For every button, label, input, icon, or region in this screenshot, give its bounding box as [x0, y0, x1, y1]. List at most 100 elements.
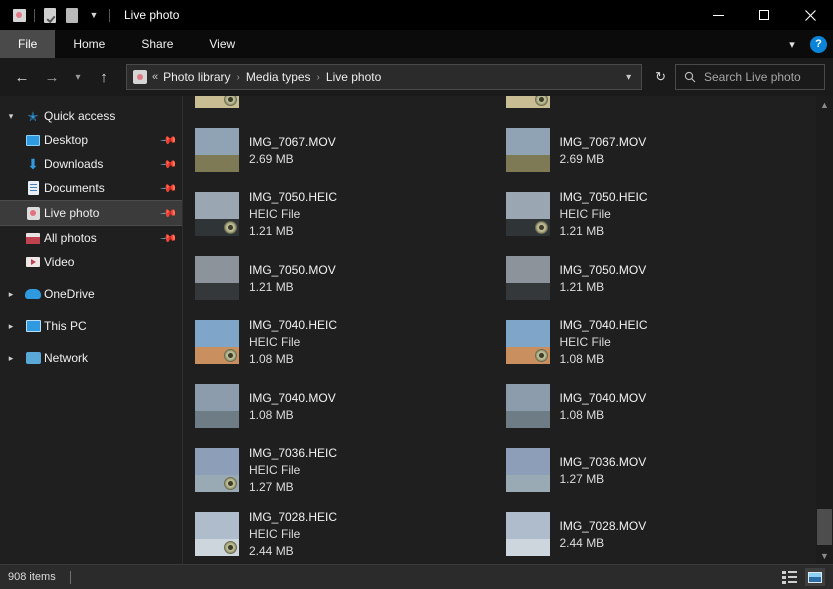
file-tile[interactable]: IMG_7050.MOV 1.21 MB — [195, 246, 506, 310]
tab-view[interactable]: View — [191, 30, 253, 58]
thumbnail-sky — [195, 384, 239, 412]
live-photo-library-icon[interactable] — [8, 4, 30, 26]
scroll-down-arrow-icon[interactable]: ▼ — [816, 547, 833, 564]
chevron-right-icon[interactable]: ▸ — [0, 353, 22, 364]
close-button[interactable] — [787, 0, 833, 30]
file-name: IMG_7040.MOV — [249, 390, 336, 405]
thumbnail-sky — [195, 192, 239, 220]
up-button[interactable]: ↑ — [90, 63, 118, 91]
sidebar-item-onedrive[interactable]: ▸ OneDrive — [0, 282, 182, 306]
file-type: HEIC File — [559, 207, 611, 221]
sidebar-item-network[interactable]: ▸ Network — [0, 346, 182, 370]
pin-icon[interactable]: 📌 — [160, 155, 179, 173]
file-tile[interactable]: IMG_7050.HEIC HEIC File 1.21 MB — [505, 182, 817, 246]
file-tile[interactable]: IMG_7040.MOV 1.08 MB — [195, 374, 506, 438]
breadcrumb-overflow-icon[interactable]: « — [152, 71, 158, 83]
sidebar-item-quick-access[interactable]: ▾ ✭ Quick access — [0, 104, 182, 128]
sidebar-item-all-photos[interactable]: All photos 📌 — [0, 226, 182, 250]
sidebar-item-video[interactable]: Video — [0, 250, 182, 274]
chevron-right-icon[interactable]: ▸ — [0, 289, 22, 300]
pin-icon[interactable]: 📌 — [160, 204, 179, 222]
file-thumbnail — [505, 256, 550, 300]
file-tile[interactable]: IMG_7028.HEIC HEIC File 2.44 MB — [195, 502, 506, 564]
address-dropdown-icon[interactable]: ▾ — [620, 72, 637, 83]
tab-file[interactable]: File — [0, 30, 56, 58]
file-size: 1.21 MB — [249, 224, 294, 238]
file-name: IMG_7067.MOV — [559, 134, 647, 149]
file-tile[interactable]: IMG_7050.MOV 1.21 MB — [505, 246, 817, 310]
file-tile[interactable]: IMG_7040.HEIC HEIC File 1.08 MB — [505, 310, 817, 374]
file-thumbnail — [505, 448, 550, 492]
sidebar-item-desktop[interactable]: Desktop 📌 — [0, 128, 182, 152]
file-tile[interactable]: IMG_7028.MOV 2.44 MB — [505, 502, 817, 564]
file-name: IMG_7040.HEIC — [249, 318, 338, 332]
file-tile[interactable]: IMG_7050.HEIC HEIC File 1.21 MB — [195, 182, 506, 246]
new-folder-icon[interactable] — [61, 4, 83, 26]
scroll-up-arrow-icon[interactable]: ▲ — [816, 96, 833, 113]
file-tile[interactable]: IMG_7036.HEIC HEIC File 1.27 MB — [195, 438, 506, 502]
file-tile[interactable]: IMG_7067.MOV 2.69 MB — [195, 118, 506, 182]
pin-icon[interactable]: 📌 — [160, 179, 179, 197]
tab-home[interactable]: Home — [55, 30, 123, 58]
file-meta: IMG_7067.MOV 2.69 MB — [560, 134, 647, 167]
scrollbar-track[interactable] — [816, 113, 833, 547]
file-meta: IMG_7036.HEIC HEIC File 1.27 MB — [249, 445, 337, 495]
breadcrumb-item-live-photo[interactable]: Live photo — [326, 70, 381, 84]
file-tile[interactable]: 2.69 MB — [505, 96, 817, 118]
help-icon[interactable]: ? — [810, 35, 827, 53]
refresh-button[interactable]: ↻ — [648, 69, 673, 85]
pin-icon[interactable]: 📌 — [160, 131, 179, 149]
breadcrumb[interactable]: « Photo library › Media types › Live pho… — [126, 64, 643, 90]
file-tile[interactable]: IMG_7067.MOV 2.69 MB — [505, 118, 817, 182]
search-input[interactable]: Search Live photo — [704, 70, 801, 84]
thumbnail-sky — [195, 320, 239, 348]
maximize-button[interactable] — [741, 0, 787, 30]
file-tile[interactable]: IMG_7040.HEIC HEIC File 1.08 MB — [195, 310, 506, 374]
large-icons-view-icon[interactable] — [805, 568, 825, 586]
file-tile[interactable]: IMG_7040.MOV 1.08 MB — [505, 374, 817, 438]
breadcrumb-item-photo-library[interactable]: Photo library — [163, 70, 230, 84]
sidebar-gap-1 — [0, 274, 182, 282]
scrollbar-thumb[interactable] — [817, 509, 832, 545]
chevron-down-icon[interactable]: ▾ — [782, 38, 802, 51]
sidebar-item-documents[interactable]: Documents 📌 — [0, 176, 182, 200]
file-thumbnail — [505, 96, 550, 108]
file-name: IMG_7050.MOV — [559, 262, 647, 277]
recent-locations-chevron-icon[interactable]: ▾ — [68, 63, 88, 91]
file-name: IMG_7036.MOV — [559, 454, 647, 469]
sidebar-item-this-pc[interactable]: ▸ This PC — [0, 314, 182, 338]
file-meta: IMG_7040.MOV 1.08 MB — [249, 390, 336, 423]
sidebar-item-live-photo[interactable]: Live photo 📌 — [0, 200, 182, 226]
file-size: 1.27 MB — [249, 480, 294, 494]
details-view-icon[interactable] — [779, 568, 799, 586]
pin-icon[interactable]: 📌 — [160, 229, 179, 247]
forward-button[interactable]: → — [38, 63, 66, 91]
chevron-down-icon[interactable]: ▾ — [0, 111, 22, 122]
back-button[interactable]: ← — [8, 63, 36, 91]
sidebar-item-label: Video — [44, 255, 75, 269]
breadcrumb-separator-2[interactable]: › — [317, 72, 320, 83]
vertical-scrollbar[interactable]: ▲ ▼ — [816, 96, 833, 564]
thumbnail-sky — [195, 256, 239, 284]
sidebar-item-label: OneDrive — [44, 287, 95, 301]
chevron-right-icon[interactable]: ▸ — [0, 321, 22, 332]
downloads-icon: ⬇ — [27, 156, 39, 172]
navigation-pane: ▾ ✭ Quick access Desktop 📌 ⬇ Downloads 📌… — [0, 96, 183, 564]
breadcrumb-item-media-types[interactable]: Media types — [246, 70, 311, 84]
customize-chevron-icon[interactable]: ▼ — [83, 4, 105, 26]
file-thumbnail — [195, 256, 239, 300]
breadcrumb-separator-1[interactable]: › — [237, 72, 240, 83]
file-meta: IMG_7050.MOV 1.21 MB — [249, 262, 336, 295]
file-meta: IMG_7067.MOV 2.69 MB — [249, 134, 336, 167]
live-photo-badge-icon — [534, 221, 548, 234]
thumbnail-sky — [505, 256, 550, 284]
search-box[interactable]: Search Live photo — [675, 64, 825, 90]
sidebar-item-downloads[interactable]: ⬇ Downloads 📌 — [0, 152, 182, 176]
properties-icon[interactable] — [39, 4, 61, 26]
minimize-button[interactable] — [695, 0, 741, 30]
live-photo-badge-icon — [534, 349, 548, 362]
tab-share[interactable]: Share — [123, 30, 191, 58]
file-tile[interactable]: IMG_7036.MOV 1.27 MB — [505, 438, 817, 502]
file-tile[interactable]: 2.69 MB — [195, 96, 506, 118]
file-list-pane[interactable]: 2.69 MB2.69 MBIMG_7067.MOV2.69 MBIMG_706… — [183, 96, 833, 564]
